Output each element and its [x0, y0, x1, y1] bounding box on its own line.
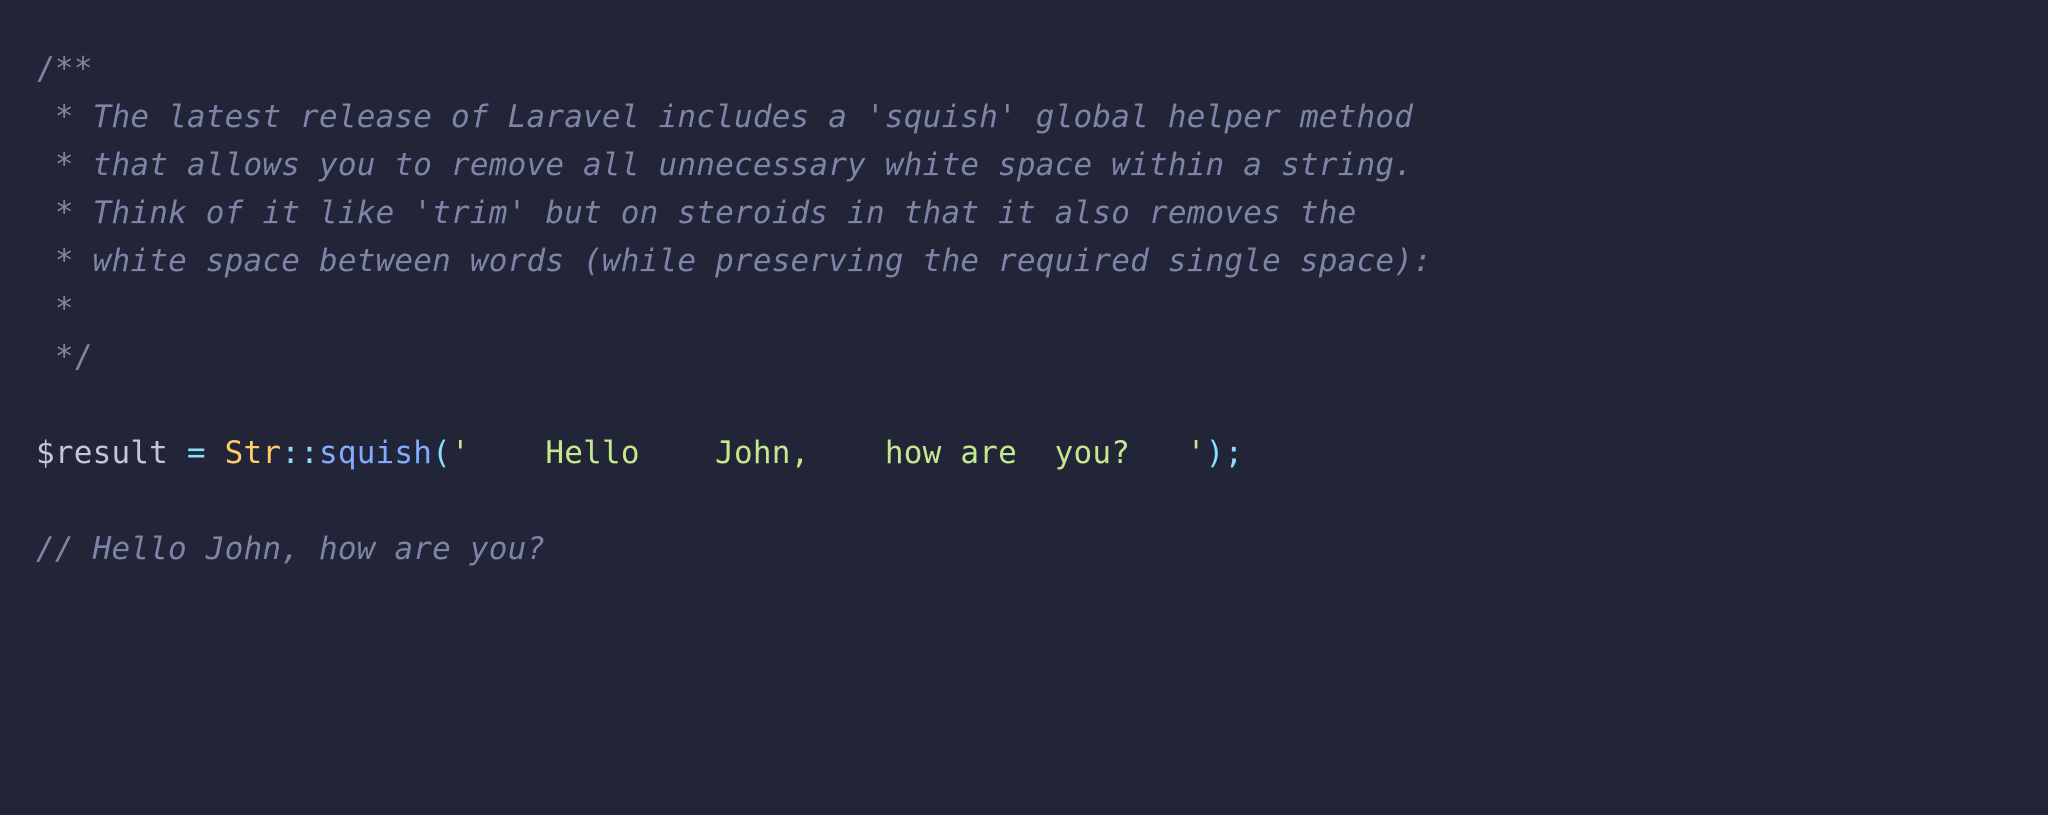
- paren-close: ): [1206, 435, 1225, 471]
- string-literal: Hello John, how are you?: [470, 435, 1187, 471]
- docblock-line: [74, 99, 93, 135]
- docblock-close-mark: */: [55, 339, 93, 375]
- docblock-star: *: [36, 195, 74, 231]
- class-str: Str: [225, 435, 282, 471]
- docblock-close: [36, 339, 55, 375]
- assign-operator: =: [168, 435, 225, 471]
- code-editor[interactable]: /** * The latest release of Laravel incl…: [0, 0, 2048, 619]
- docblock-text-4: white space between words (while preserv…: [93, 243, 1432, 279]
- docblock-line: [74, 147, 93, 183]
- docblock-line: [74, 195, 93, 231]
- scope-operator: ::: [281, 435, 319, 471]
- string-quote-open: ': [451, 435, 470, 471]
- docblock-star: *: [36, 291, 74, 327]
- docblock-star: *: [36, 99, 74, 135]
- semicolon: ;: [1224, 435, 1243, 471]
- docblock-text-1: The latest release of Laravel includes a…: [93, 99, 1413, 135]
- docblock-line: [74, 243, 93, 279]
- docblock-star: *: [36, 243, 74, 279]
- method-squish: squish: [319, 435, 432, 471]
- docblock-text-3: Think of it like 'trim' but on steroids …: [93, 195, 1357, 231]
- docblock-text-2: that allows you to remove all unnecessar…: [93, 147, 1413, 183]
- variable-result: $result: [36, 435, 168, 471]
- paren-open: (: [432, 435, 451, 471]
- docblock-open: /**: [36, 51, 93, 87]
- docblock-star: *: [36, 147, 74, 183]
- line-comment: // Hello John, how are you?: [36, 531, 545, 567]
- string-quote-close: ': [1187, 435, 1206, 471]
